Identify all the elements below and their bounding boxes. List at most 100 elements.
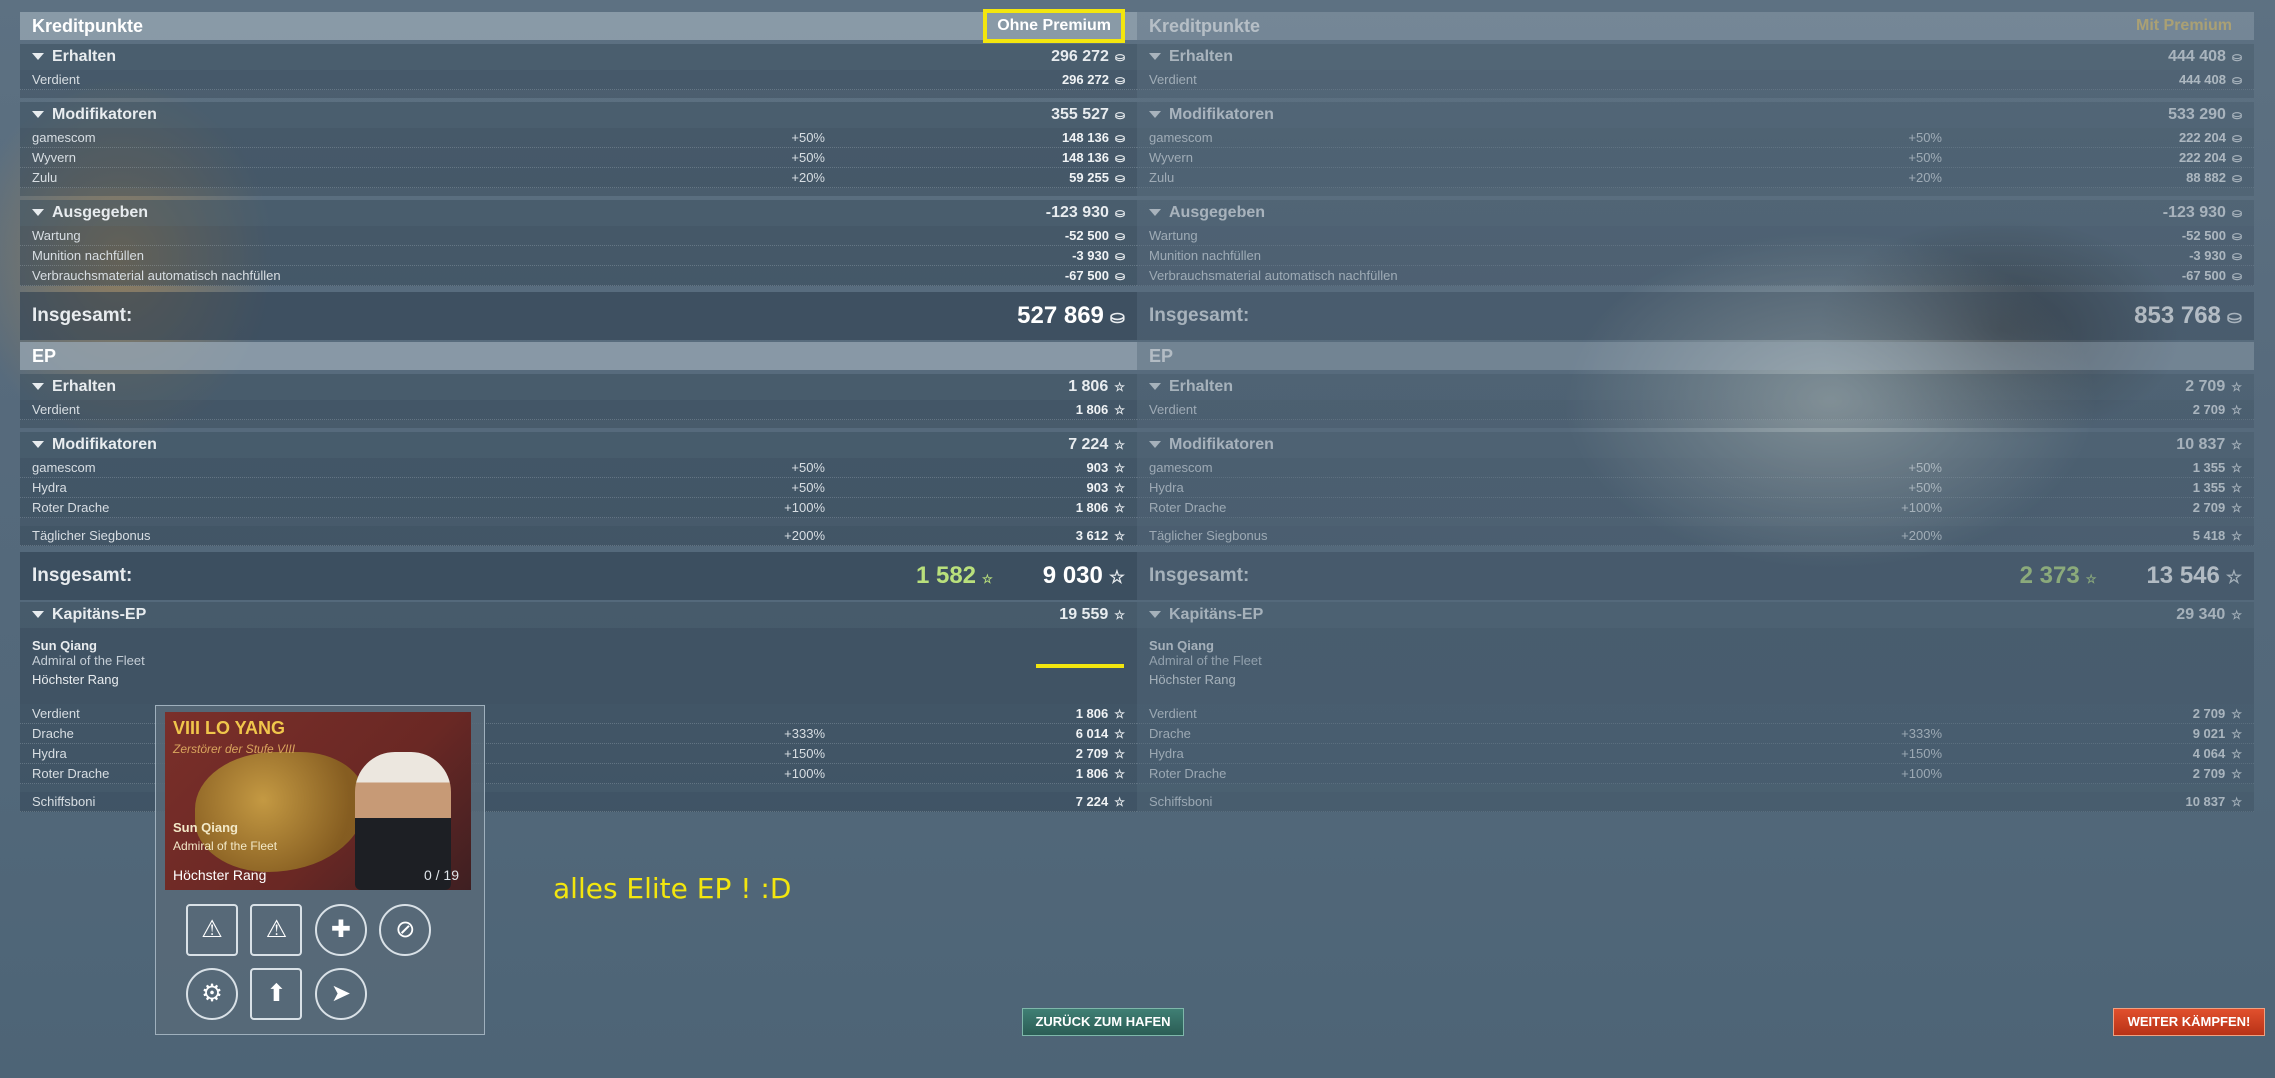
credit-coin-icon: ⛀ [2231, 229, 2242, 243]
highlight-underline [1036, 664, 1124, 668]
row-label: Verdient [1149, 402, 1197, 417]
credits-modifier-row: Wyvern +50% 148 136 ⛀ [20, 148, 1137, 168]
incoming-fire-alert-icon[interactable]: ⚠ [250, 904, 303, 956]
captain-highest-rank: Höchster Rang [1149, 672, 1236, 687]
row-value: 2 709 [2192, 402, 2226, 417]
premium-toggle-with[interactable]: Mit Premium [2126, 13, 2242, 39]
concealment-icon[interactable]: ⬆ [250, 968, 303, 1020]
radio-location-icon[interactable]: ➤ [314, 968, 367, 1020]
credits-modifier-row: Zulu +20% 88 882 ⛀ [1137, 168, 2254, 188]
credit-coin-icon: ⛀ [1114, 249, 1125, 263]
xp-earned-header[interactable]: Erhalten 1 806 ☆ [20, 374, 1137, 400]
credit-coin-icon: ⛀ [1114, 50, 1125, 64]
star-outline-icon: ☆ [2231, 461, 2242, 475]
star-outline-icon: ☆ [1114, 438, 1125, 452]
captain-xp-row: Drache +333% 9 021 ☆ [1137, 724, 2254, 744]
captain-xp-label: Kapitäns-EP [1169, 606, 1264, 623]
card-highest-rank: Höchster Rang [173, 867, 267, 883]
card-captain-rank: Admiral of the Fleet [173, 839, 278, 853]
row-modifier: +200% [784, 528, 825, 543]
star-outline-icon: ☆ [1114, 795, 1125, 809]
ship-bonus-row: Schiffsboni 10 837 ☆ [1137, 792, 2254, 812]
xp-modifiers-header[interactable]: Modifikatoren 7 224 ☆ [20, 432, 1137, 458]
credits-total-label: Insgesamt: [32, 305, 133, 326]
captain-xp-header[interactable]: Kapitäns-EP 19 559 ☆ [20, 602, 1137, 628]
row-label: Verdient [1149, 706, 1197, 721]
row-value: 5 418 [2192, 528, 2226, 543]
credit-coin-icon: ⛀ [1114, 171, 1125, 185]
row-modifier: +100% [784, 766, 825, 781]
premium-toggle-without[interactable]: Ohne Premium [983, 9, 1125, 43]
row-modifier: +333% [1901, 726, 1942, 741]
skill-grid: ⚠ ⚠ ✚ ⊘ ⚙ ⬆ ➤ [186, 904, 456, 1032]
repair-heal-icon[interactable]: ✚ [314, 904, 367, 956]
keep-fighting-button[interactable]: WEITER KÄMPFEN! [2113, 1008, 2265, 1036]
row-label: gamescom [1149, 460, 1213, 475]
return-to-port-button[interactable]: ZURÜCK ZUM HAFEN [1022, 1008, 1184, 1036]
credits-earned-value: 296 272 [1051, 48, 1109, 65]
credit-coin-icon: ⛀ [2231, 171, 2242, 185]
star-outline-icon: ☆ [2231, 767, 2242, 781]
credits-earned-row: Verdient 444 408 ⛀ [1137, 70, 2254, 90]
free-xp-value: 1 582 [915, 562, 977, 589]
star-outline-icon: ☆ [1114, 747, 1125, 761]
row-modifier: +50% [791, 150, 825, 165]
engine-boost-icon[interactable]: ⚙ [186, 968, 238, 1020]
captain-name: Sun Qiang [1149, 638, 1214, 653]
row-value: 444 408 [2178, 72, 2226, 87]
row-value: -3 930 [2189, 248, 2226, 263]
credits-modifiers-header[interactable]: Modifikatoren 533 290 ⛀ [1137, 102, 2254, 128]
credits-spent-label: Ausgegeben [1169, 204, 1266, 221]
xp-modifier-row: Roter Drache +100% 1 806 ☆ [20, 498, 1137, 518]
star-outline-icon: ☆ [2231, 501, 2242, 515]
row-value: 1 355 [2192, 480, 2226, 495]
star-outline-icon: ☆ [1114, 481, 1125, 495]
ship-subtitle: Zerstörer der Stufe VIII [173, 742, 296, 756]
torpedo-reload-warning-icon[interactable]: ⚠ [186, 904, 238, 956]
row-value: 903 [1086, 480, 1109, 495]
credit-coin-icon: ⛀ [1114, 131, 1125, 145]
collapse-triangle-icon [1149, 611, 1161, 619]
xp-total-row: Insgesamt: 1 582 ☆ 9 030 ☆ [20, 552, 1137, 600]
credits-modifiers-header[interactable]: Modifikatoren 355 527 ⛀ [20, 102, 1137, 128]
star-outline-icon: ☆ [2231, 403, 2242, 417]
captain-xp-header[interactable]: Kapitäns-EP 29 340 ☆ [1137, 602, 2254, 628]
row-value: 1 806 [1075, 766, 1109, 781]
credits-earned-header[interactable]: Erhalten 444 408 ⛀ [1137, 44, 2254, 70]
collapse-triangle-icon [32, 209, 44, 217]
xp-modifiers-header[interactable]: Modifikatoren 10 837 ☆ [1137, 432, 2254, 458]
dragon-emblem-icon [195, 752, 365, 872]
star-outline-icon: ☆ [1114, 727, 1125, 741]
credits-spent-header[interactable]: Ausgegeben -123 930 ⛀ [1137, 200, 2254, 226]
credits-spent-header[interactable]: Ausgegeben -123 930 ⛀ [20, 200, 1137, 226]
card-captain-name: Sun Qiang [173, 820, 238, 835]
collapse-triangle-icon [32, 611, 44, 619]
row-modifier: +150% [784, 746, 825, 761]
xp-earned-label: Erhalten [1169, 378, 1234, 395]
credit-coin-icon: ⛀ [1114, 73, 1125, 87]
captain-card[interactable]: VIII LO YANG Zerstörer der Stufe VIII Su… [155, 705, 485, 1035]
collapse-triangle-icon [32, 53, 44, 61]
row-value: 59 255 [1069, 170, 1109, 185]
captain-xp-row: Hydra +150% 4 064 ☆ [1137, 744, 2254, 764]
captain-xp-label: Kapitäns-EP [52, 606, 147, 623]
credit-coin-icon: ⛀ [1114, 108, 1125, 122]
credits-total-row: Insgesamt: 853 768 ⛀ [1137, 292, 2254, 340]
credits-earned-header[interactable]: Erhalten 296 272 ⛀ [20, 44, 1137, 70]
captain-name: Sun Qiang [32, 638, 97, 653]
row-modifier: +100% [1901, 500, 1942, 515]
row-value: 2 709 [2192, 500, 2226, 515]
row-label: Roter Drache [1149, 766, 1227, 781]
xp-earned-header[interactable]: Erhalten 2 709 ☆ [1137, 374, 2254, 400]
collapse-triangle-icon [1149, 441, 1161, 449]
credit-coin-icon: ⛀ [2231, 269, 2242, 283]
row-modifier: +50% [791, 130, 825, 145]
xp-earned-row: Verdient 1 806 ☆ [20, 400, 1137, 420]
row-label: Wyvern [32, 150, 76, 165]
xp-modifier-row: gamescom +50% 1 355 ☆ [1137, 458, 2254, 478]
row-value: 222 204 [2178, 130, 2226, 145]
no-fire-icon[interactable]: ⊘ [379, 904, 432, 956]
collapse-triangle-icon [1149, 53, 1161, 61]
credit-coin-icon: ⛀ [2231, 151, 2242, 165]
row-value: 4 064 [2192, 746, 2226, 761]
